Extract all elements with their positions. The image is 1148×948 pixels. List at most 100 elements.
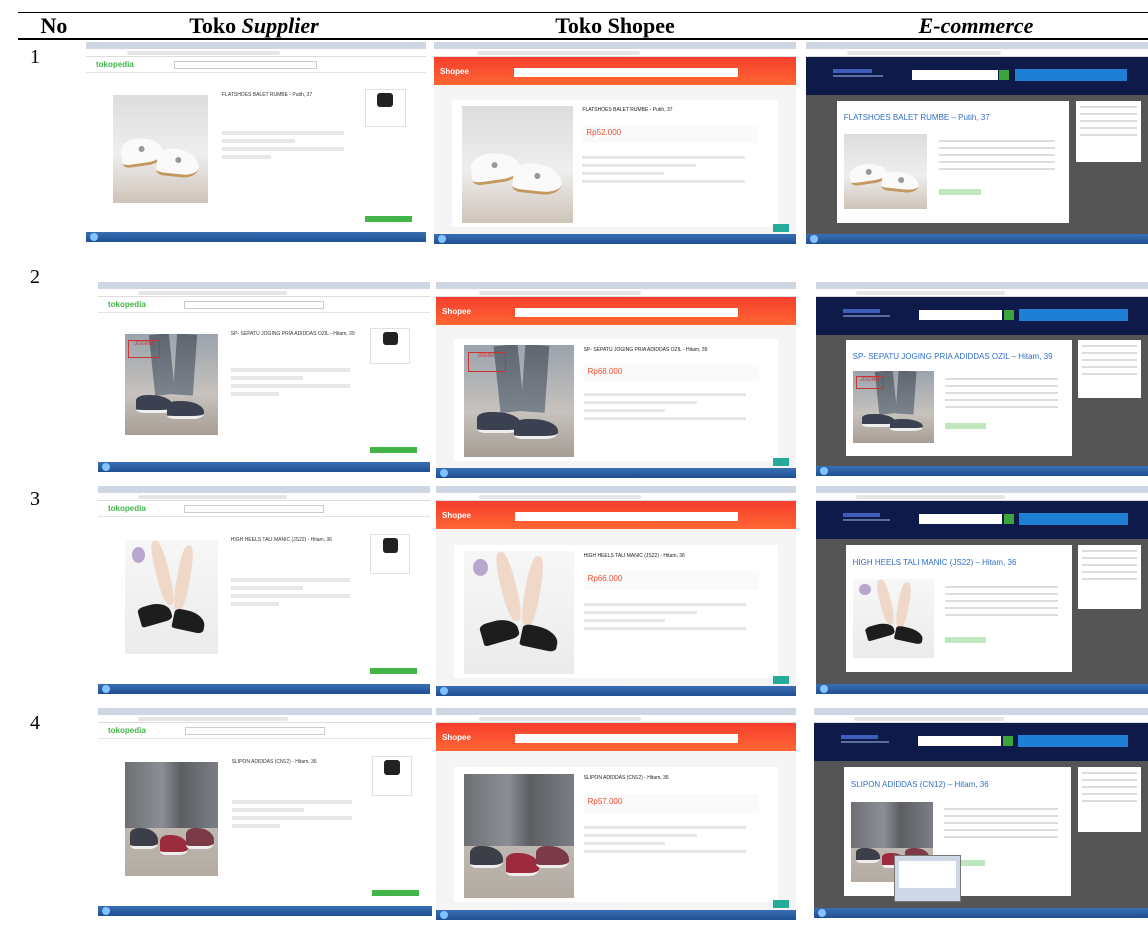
chat-button <box>772 458 789 466</box>
cart-button <box>1017 735 1128 747</box>
ecommerce-search-bar <box>918 514 1002 524</box>
category-sidebar <box>1078 544 1142 609</box>
tokopedia-search-bar <box>174 61 318 69</box>
row-number: 2 <box>30 266 40 288</box>
browser-tabbar <box>814 708 1148 715</box>
chat-button <box>772 900 789 908</box>
taskbar-preview-popup <box>894 855 961 903</box>
browser-addressbar <box>816 493 1148 501</box>
product-photo <box>852 579 934 659</box>
ecommerce-header <box>806 57 1148 95</box>
price-box: Rp66.000 <box>583 571 759 591</box>
cart-button <box>1018 513 1129 525</box>
shopee-product-page: HIGH HEELS TALI MANIC (JS22) - Hitam, 36… <box>436 529 796 686</box>
search-icon <box>1003 514 1014 524</box>
shopee-logo: Shopee <box>440 67 469 76</box>
add-to-cart-button <box>945 423 986 430</box>
product-details <box>582 151 746 188</box>
windows-taskbar <box>436 910 796 920</box>
product-spec-table <box>939 135 1056 184</box>
tokopedia-product-page: HIGH HEELS TALI MANIC (JS22) - Hitam, 36 <box>98 517 430 684</box>
browser-addressbar <box>98 715 432 723</box>
ecommerce-screenshot: HIGH HEELS TALI MANIC (JS22) – Hitam, 36 <box>816 486 1148 694</box>
product-details <box>583 821 746 858</box>
tokopedia-search-bar <box>184 727 326 735</box>
ecommerce-product-page: FLATSHOES BALET RUMBE – Putih, 37 <box>806 95 1148 234</box>
tokopedia-screenshot: tokopedia SLIPON ADIDDAS (CN12) - Hitam,… <box>98 708 432 916</box>
row-number: 3 <box>30 488 40 510</box>
browser-addressbar <box>98 289 430 297</box>
shopee-search-bar <box>515 734 739 743</box>
ecommerce-logo <box>840 735 894 745</box>
tokopedia-product-page: SLIPON ADIDDAS (CN12) - Hitam, 36 <box>98 739 432 906</box>
add-to-cart-button <box>939 188 981 195</box>
browser-tabbar <box>436 282 796 289</box>
price-box: Rp52.000 <box>582 125 759 143</box>
header-ecommerce: E-commerce <box>806 14 1146 38</box>
product-spec-table <box>945 581 1059 632</box>
product-title: HIGH HEELS TALI MANIC (JS22) – Hitam, 36 <box>852 557 1017 567</box>
shopee-header: Shopee <box>436 723 796 751</box>
browser-addressbar <box>436 715 796 723</box>
browser-addressbar <box>816 289 1148 297</box>
shop-info-box <box>364 88 406 128</box>
shopee-screenshot: Shopee HIGH HEELS TALI MANIC (JS22) - Hi… <box>436 486 796 696</box>
tokopedia-product-page: FLATSHOES BALET RUMBE - Putih, 37 <box>86 73 426 232</box>
product-title: SP- SEPATU JOGING PRIA ADIDDAS OZIL - Hi… <box>230 330 355 337</box>
product-photo: JOGING <box>124 333 218 436</box>
header-supplier: Toko Supplier <box>84 14 424 38</box>
ecommerce-header <box>816 501 1148 539</box>
product-options <box>222 127 345 191</box>
shopee-product-page: FLATSHOES BALET RUMBE - Putih, 37 Rp52.0… <box>434 85 796 234</box>
tokopedia-screenshot: tokopedia HIGH HEELS TALI MANIC (JS22) -… <box>98 486 430 694</box>
ecommerce-header <box>816 297 1148 335</box>
ecommerce-search-bar <box>918 310 1002 320</box>
browser-tabbar <box>806 42 1148 49</box>
cart-button <box>1018 309 1129 321</box>
price-box: Rp68.000 <box>583 363 759 381</box>
product-title: SLIPON ADIDDAS (CN12) - Hitam, 36 <box>231 759 317 766</box>
chat-button <box>772 224 789 232</box>
product-title: SP- SEPATU JOGING PRIA ADIDDAS OZIL - Hi… <box>583 346 708 353</box>
ecommerce-header <box>814 723 1148 761</box>
shopee-header: Shopee <box>436 297 796 325</box>
tokopedia-search-bar <box>184 505 324 513</box>
product-details <box>583 598 746 635</box>
shopee-logo: Shopee <box>442 511 471 520</box>
ecommerce-product-page: HIGH HEELS TALI MANIC (JS22) – Hitam, 36 <box>816 539 1148 684</box>
browser-addressbar <box>436 289 796 297</box>
search-icon <box>999 70 1010 80</box>
add-to-cart-button <box>945 636 986 643</box>
product-options <box>230 364 351 424</box>
product-photo-tag: JOGING <box>468 352 506 373</box>
tokopedia-search-bar <box>184 301 324 309</box>
product-price: Rp57.000 <box>587 796 623 806</box>
header-supplier-italic: Supplier <box>241 13 319 38</box>
product-photo <box>463 773 574 898</box>
product-options <box>230 574 351 641</box>
tokopedia-product-page: JOGING SP- SEPATU JOGING PRIA ADIDDAS OZ… <box>98 313 430 462</box>
category-sidebar <box>1077 766 1142 832</box>
shop-info-box <box>371 755 412 796</box>
header-shopee: Toko Shopee <box>555 13 675 38</box>
browser-addressbar <box>98 493 430 501</box>
browser-tabbar <box>98 486 430 493</box>
product-photo: JOGING <box>463 345 574 458</box>
shopee-product-page: SLIPON ADIDDAS (CN12) - Hitam, 36 Rp57.0… <box>436 751 796 910</box>
browser-addressbar <box>434 49 796 57</box>
product-photo <box>124 540 218 654</box>
windows-taskbar <box>816 466 1148 476</box>
browser-tabbar <box>436 486 796 493</box>
product-photo <box>843 133 928 210</box>
tokopedia-header: tokopedia <box>98 723 432 739</box>
buy-button <box>364 216 413 223</box>
shopee-logo: Shopee <box>442 733 471 742</box>
browser-tabbar <box>434 42 796 49</box>
product-photo: JOGING <box>852 371 934 443</box>
table-header-border <box>18 38 1148 40</box>
tokopedia-header: tokopedia <box>98 297 430 313</box>
ecommerce-screenshot: SP- SEPATU JOGING PRIA ADIDDAS OZIL – Hi… <box>816 282 1148 476</box>
ecommerce-search-bar <box>917 736 1002 746</box>
browser-tabbar <box>86 42 426 49</box>
shopee-screenshot: Shopee SLIPON ADIDDAS (CN12) - Hitam, 36… <box>436 708 796 920</box>
